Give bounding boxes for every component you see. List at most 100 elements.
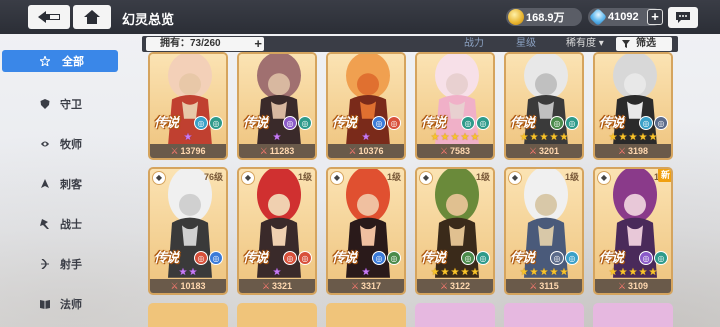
sidebar-item-label: 牧师: [60, 139, 82, 151]
star-icon: ★: [529, 132, 539, 143]
sidebar-item-assassin[interactable]: 刺客: [0, 164, 120, 204]
sidebar-item-label: 射手: [60, 259, 82, 271]
sidebar-item-archer[interactable]: 射手: [0, 244, 120, 284]
star-icon: ★: [470, 132, 480, 143]
hero-card[interactable]: ◆ 1级 传说 ◎ ◎ ★ ⚔ 3317: [326, 167, 406, 295]
star-icon: ★: [638, 267, 648, 278]
power-bar: ⚔ 3109: [595, 279, 671, 293]
element-icon: ◎: [387, 251, 401, 265]
hero-card[interactable]: 传说 ◎ ◎ ★ ⚔ 10376: [326, 52, 406, 160]
legendary-badge: 传说: [599, 250, 624, 265]
element-icon: ◎: [565, 251, 579, 265]
expand-owned-button[interactable]: +: [254, 37, 262, 50]
power-value: 3198: [628, 146, 649, 156]
star-icon: ★: [183, 132, 193, 143]
hero-card[interactable]: ◆ 1级 传说 ◎ ◎ ★ ★ ★ ★ ★ ⚔ 3122: [415, 167, 495, 295]
element-icon: ◎: [372, 116, 386, 130]
power-value: 11283: [269, 146, 295, 156]
power-bar: ⚔ 3198: [595, 144, 671, 158]
sidebar-item-label: 法师: [60, 299, 82, 311]
sidebar-item-mage[interactable]: 法师: [0, 284, 120, 324]
star-icon: ★: [450, 132, 460, 143]
element-icons: ◎ ◎: [283, 251, 312, 265]
element-icon: ◎: [654, 116, 668, 130]
sidebar-item-warrior[interactable]: 战士: [0, 204, 120, 244]
legendary-badge: 传说: [421, 250, 446, 265]
power-value: 3115: [539, 281, 559, 291]
back-button[interactable]: [28, 5, 70, 29]
hero-card[interactable]: 传说 ◎ ◎ ★ ★ ★ ★ ★ ⚔ 3198: [593, 52, 673, 160]
card-partial[interactable]: [326, 303, 406, 327]
hero-card[interactable]: ◆1级新传说◎◎★★★★★⚔3109: [593, 167, 673, 295]
element-icons: ◎ ◎: [461, 116, 490, 130]
star-icon: ★: [539, 267, 549, 278]
card-partial[interactable]: [148, 303, 228, 327]
star-rating: ★: [239, 267, 315, 278]
power-bar: ⚔ 3317: [328, 279, 404, 293]
swords-icon: ⚔: [439, 146, 449, 156]
power-bar: ⚔ 7583: [417, 144, 493, 158]
card-partial[interactable]: [593, 303, 673, 327]
hero-card[interactable]: ◆ 1级 传说 ◎ ◎ ★ ★ ★ ★ ★ ⚔ 3115: [504, 167, 584, 295]
star-rating: ★: [328, 267, 404, 278]
hero-level: 76级: [203, 172, 223, 182]
filter-button[interactable]: 筛选: [616, 37, 672, 51]
star-icon: ★: [618, 267, 628, 278]
sidebar-item-guardian[interactable]: 守卫: [0, 84, 120, 124]
legendary-badge: 传说: [154, 250, 179, 265]
class-icon: ◆: [241, 171, 255, 185]
star-icon: ★: [272, 267, 282, 278]
star-icon: ★: [529, 267, 539, 278]
element-icon: ◎: [298, 116, 312, 130]
star-icon: ★: [440, 267, 450, 278]
power-bar: ⚔ 3122: [417, 279, 493, 293]
element-icons: ◎ ◎: [461, 251, 490, 265]
gem-value: 41092: [608, 11, 639, 23]
legendary-badge: 传说: [243, 250, 268, 265]
sidebar-item-all[interactable]: 全部: [2, 50, 118, 72]
chat-button[interactable]: [668, 7, 698, 28]
sort-power[interactable]: 战力: [464, 37, 484, 51]
sort-star[interactable]: 星级: [516, 37, 536, 51]
element-icon: ◎: [550, 116, 564, 130]
home-button[interactable]: [73, 5, 111, 29]
card-partial[interactable]: [237, 303, 317, 327]
legendary-badge: 传说: [332, 115, 357, 130]
element-icon: ◎: [283, 251, 297, 265]
sidebar-item-priest[interactable]: 牧师: [0, 124, 120, 164]
sort-rarity-dropdown[interactable]: 稀有度 ▾: [566, 37, 604, 51]
element-icon: ◎: [283, 116, 297, 130]
swords-icon: ⚔: [261, 281, 271, 291]
power-value: 13796: [180, 146, 206, 156]
star-rating: ★ ★ ★ ★ ★: [595, 132, 671, 143]
star-icon: ★: [559, 132, 569, 143]
hero-card[interactable]: 传说 ◎ ◎ ★ ⚔ 11283: [237, 52, 317, 160]
hero-level: 1级: [475, 172, 490, 182]
owned-count-text: 拥有：73/260: [160, 38, 221, 49]
power-bar: ⚔ 10376: [328, 144, 404, 158]
swords-icon: ⚔: [170, 281, 179, 291]
hero-card[interactable]: 传说 ◎ ◎ ★ ⚔ 13796: [148, 52, 228, 160]
element-icon: ◎: [461, 116, 475, 130]
hero-card[interactable]: 传说 ◎ ◎ ★ ★ ★ ★ ★ ⚔ 7583: [415, 52, 495, 160]
sidebar-item-label: 全部: [62, 56, 84, 68]
star-icon: ★: [460, 132, 470, 143]
filter-button-label: 筛选: [636, 38, 656, 49]
hero-card[interactable]: ◆ 1级 传说 ◎ ◎ ★ ⚔ 3321: [237, 167, 317, 295]
star-rating: ★ ★ ★ ★ ★: [417, 132, 493, 143]
gold-coin-icon: [508, 9, 524, 25]
power-bar: ⚔ 3201: [506, 144, 582, 158]
star-icon: ★: [430, 132, 440, 143]
add-gems-button[interactable]: +: [647, 9, 663, 25]
card-partial[interactable]: [415, 303, 495, 327]
hero-card[interactable]: 传说 ◎ ◎ ★ ★ ★ ★ ★ ⚔ 3201: [504, 52, 584, 160]
star-icon: ★: [519, 132, 529, 143]
star-icon: ★: [549, 267, 559, 278]
star-icon: ★: [460, 267, 470, 278]
hero-card[interactable]: ◆ 76级 传说 ◎ ◎ ★ ★ ⚔ 10183: [148, 167, 228, 295]
card-partial[interactable]: [504, 303, 584, 327]
class-icon: ◆: [597, 171, 611, 185]
element-icon: ◎: [461, 251, 475, 265]
class-icon: ◆: [508, 171, 522, 185]
gem-icon: [588, 7, 608, 27]
